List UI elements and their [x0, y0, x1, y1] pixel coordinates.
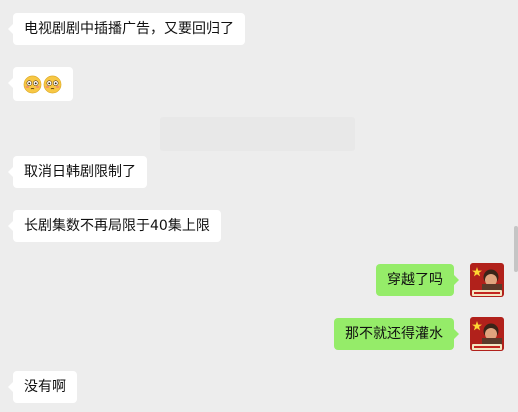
message-bubble-outgoing[interactable]: 穿越了吗: [376, 264, 459, 296]
message-text: 电视剧剧中插播广告，又要回归了: [24, 21, 234, 37]
message-bubble-incoming[interactable]: 长剧集数不再局限于40集上限: [8, 210, 221, 242]
flushed-face-icon: [43, 75, 62, 93]
message-bubble-incoming[interactable]: 取消日韩剧限制了: [8, 156, 147, 188]
message-text: 穿越了吗: [387, 272, 443, 288]
red-flag-avatar-icon[interactable]: [470, 263, 504, 297]
faded-overlay: [160, 117, 355, 151]
red-flag-avatar-icon[interactable]: [470, 317, 504, 351]
message-bubble-emoji[interactable]: [8, 67, 73, 101]
message-text: 那不就还得灌水: [345, 326, 443, 342]
flushed-face-icon: [23, 75, 42, 93]
message-text: 取消日韩剧限制了: [24, 164, 136, 180]
scrollbar-thumb[interactable]: [514, 226, 518, 272]
chat-window: 电视剧剧中插播广告，又要回归了 取消日韩剧限制了 长剧集数不再局限于40集上限: [0, 0, 518, 412]
message-bubble-outgoing[interactable]: 那不就还得灌水: [334, 318, 459, 350]
message-bubble-incoming[interactable]: 没有啊: [8, 371, 77, 403]
message-bubble-incoming[interactable]: 电视剧剧中插播广告，又要回归了: [8, 13, 245, 45]
message-text: 长剧集数不再局限于40集上限: [24, 218, 210, 234]
message-text: 没有啊: [24, 379, 66, 395]
